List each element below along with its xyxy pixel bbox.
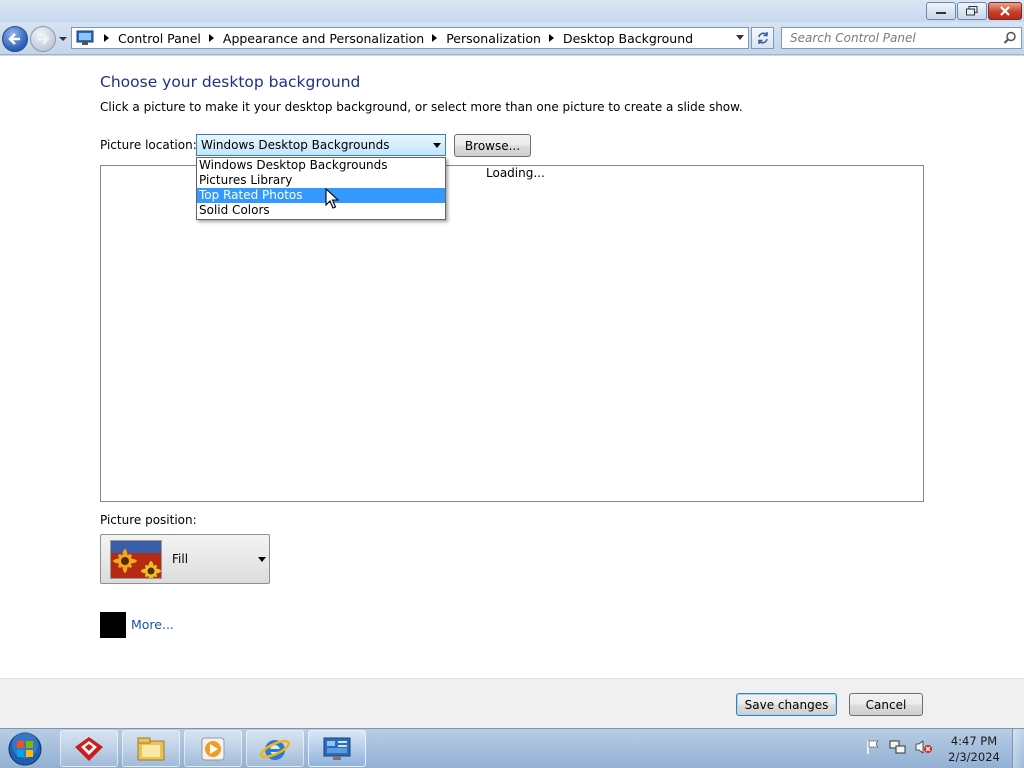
footer-bar: Save changes Cancel: [0, 678, 1024, 728]
option-solid-colors[interactable]: Solid Colors: [197, 203, 445, 218]
page-title: Choose your desktop background: [100, 73, 361, 91]
forward-arrow-icon: [38, 33, 50, 45]
refresh-button[interactable]: [751, 27, 774, 49]
recent-pages-chevron-icon[interactable]: [58, 34, 68, 44]
refresh-icon: [757, 32, 768, 44]
back-arrow-icon: [8, 33, 20, 45]
control-panel-icon: [75, 29, 95, 47]
picture-position-value: Fill: [172, 552, 189, 566]
taskbar-media-player[interactable]: [184, 730, 242, 767]
background-color-swatch[interactable]: [100, 612, 126, 638]
forward-button[interactable]: [30, 26, 56, 52]
breadcrumb-control-panel[interactable]: Control Panel: [118, 31, 223, 46]
taskbar-control-panel[interactable]: [308, 730, 366, 767]
taskbar-file-explorer[interactable]: [122, 730, 180, 767]
volume-muted-icon[interactable]: [915, 739, 933, 755]
taskbar: 4:47 PM 2/3/2024: [0, 728, 1024, 768]
search-box[interactable]: [781, 27, 1022, 49]
navigation-bar: Control Panel Appearance and Personaliza…: [0, 22, 1024, 55]
option-windows-desktop-backgrounds[interactable]: Windows Desktop Backgrounds: [197, 158, 445, 173]
picture-location-dropdown: Windows Desktop Backgrounds Pictures Lib…: [196, 157, 446, 220]
minimize-button[interactable]: [926, 2, 956, 20]
back-button[interactable]: [2, 26, 28, 52]
address-bar[interactable]: Control Panel Appearance and Personaliza…: [71, 27, 749, 49]
save-changes-button[interactable]: Save changes: [736, 693, 837, 716]
system-clock[interactable]: 4:47 PM 2/3/2024: [940, 733, 1008, 765]
page-description: Click a picture to make it your desktop …: [100, 100, 743, 114]
action-center-flag-icon[interactable]: [865, 739, 881, 755]
search-input[interactable]: [790, 31, 1000, 45]
search-icon[interactable]: [1003, 31, 1017, 45]
clock-time: 4:47 PM: [950, 734, 998, 748]
picture-position-thumbnail: [110, 540, 162, 579]
breadcrumb-desktop-background[interactable]: Desktop Background: [563, 31, 693, 46]
option-pictures-library[interactable]: Pictures Library: [197, 173, 445, 188]
breadcrumb-personalization[interactable]: Personalization: [446, 31, 563, 46]
picture-position-select[interactable]: Fill: [100, 534, 270, 584]
breadcrumb-separator[interactable]: [98, 34, 118, 42]
clock-date: 2/3/2024: [948, 750, 1000, 764]
picture-location-value: Windows Desktop Backgrounds: [201, 138, 390, 152]
address-dropdown-icon[interactable]: [736, 35, 744, 40]
control-panel-icon: [323, 737, 351, 760]
more-colors-link[interactable]: More...: [131, 617, 174, 632]
windows-orb-icon: [8, 732, 42, 766]
breadcrumb-appearance[interactable]: Appearance and Personalization: [223, 31, 446, 46]
loading-text: Loading...: [486, 166, 545, 180]
file-explorer-icon: [137, 737, 165, 760]
title-bar: [0, 0, 1024, 22]
chevron-down-icon: [433, 143, 441, 148]
picture-position-label: Picture position:: [100, 513, 197, 527]
option-top-rated-photos[interactable]: Top Rated Photos: [197, 188, 445, 203]
network-icon[interactable]: [889, 739, 907, 755]
restore-icon: [966, 6, 978, 16]
chevron-down-icon: [258, 557, 266, 562]
notification-area: [865, 739, 933, 755]
minimize-icon: [936, 12, 946, 14]
internet-explorer-icon: [259, 739, 291, 760]
taskbar-app-red[interactable]: [60, 730, 118, 767]
close-icon: [1000, 6, 1010, 16]
content-area: Choose your desktop background Click a p…: [0, 56, 1024, 678]
restore-button[interactable]: [957, 2, 987, 20]
browse-button[interactable]: Browse...: [454, 134, 531, 157]
mouse-cursor-icon: [325, 188, 339, 209]
picture-location-select[interactable]: Windows Desktop Backgrounds: [196, 134, 446, 156]
media-player-icon: [201, 737, 225, 760]
cancel-button[interactable]: Cancel: [849, 693, 923, 716]
app-red-icon: [75, 736, 103, 761]
close-button[interactable]: [988, 2, 1022, 20]
picture-location-label: Picture location:: [100, 138, 197, 152]
taskbar-internet-explorer[interactable]: [246, 730, 304, 767]
start-button[interactable]: [5, 730, 45, 768]
show-desktop-button[interactable]: [1012, 729, 1024, 768]
